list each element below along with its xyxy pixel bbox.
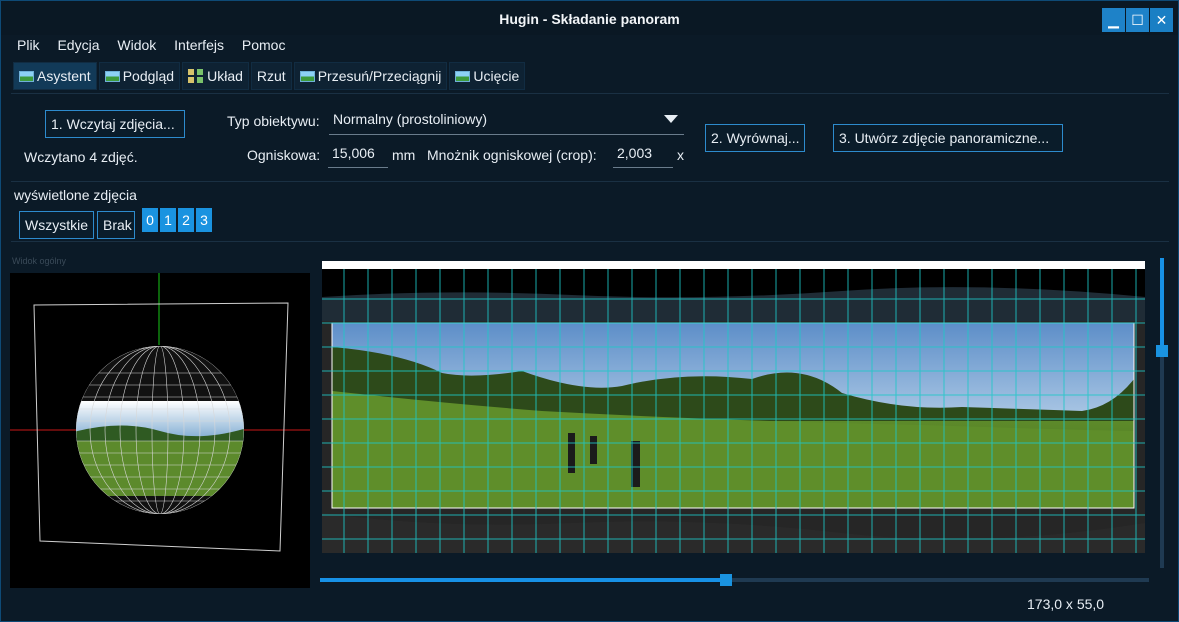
menu-bar: Plik Edycja Widok Interfejs Pomoc — [17, 37, 299, 57]
crop-icon — [455, 70, 471, 82]
tab-bar: Asystent Podgląd Układ Rzut Przesuń/Prze… — [13, 62, 527, 92]
tab-crop-label: Ucięcie — [473, 68, 520, 84]
menu-edycja[interactable]: Edycja — [57, 37, 99, 53]
hfov-slider-fill — [320, 578, 727, 582]
tab-assistant-label: Asystent — [37, 68, 91, 84]
lens-type-label: Typ obiektywu: — [227, 113, 320, 129]
crop-factor-label: Mnożnik ogniskowej (crop): — [427, 147, 597, 163]
tab-preview[interactable]: Podgląd — [98, 62, 181, 90]
divider — [11, 181, 1169, 182]
overview-panel[interactable] — [10, 273, 310, 588]
hugin-window: Hugin - Składanie panoram ▁ ☐ ✕ Plik Edy… — [0, 0, 1179, 622]
maximize-button[interactable]: ☐ — [1126, 8, 1149, 32]
focal-length-input[interactable]: 15,006 — [328, 142, 388, 168]
loaded-status: Wczytano 4 zdjęć. — [24, 149, 138, 165]
window-title: Hugin - Składanie panoram — [499, 11, 680, 27]
tab-layout[interactable]: Układ — [182, 62, 249, 90]
panorama-preview[interactable] — [322, 261, 1145, 553]
divider — [11, 241, 1169, 242]
overview-canvas — [10, 273, 310, 552]
drag-icon — [299, 70, 315, 82]
tab-projection-label: Rzut — [256, 68, 286, 84]
image-toggle-2[interactable]: 2 — [178, 208, 194, 232]
minimize-button[interactable]: ▁ — [1102, 8, 1125, 32]
load-images-button[interactable]: 1. Wczytaj zdjęcia... — [45, 110, 185, 138]
focal-unit: mm — [392, 147, 416, 163]
menu-widok[interactable]: Widok — [117, 37, 156, 53]
show-all-button[interactable]: Wszystkie — [19, 211, 94, 239]
panorama-canvas — [322, 269, 1145, 553]
close-button[interactable]: ✕ — [1150, 8, 1173, 32]
vfov-slider-handle[interactable] — [1156, 345, 1168, 357]
hfov-slider-handle[interactable] — [720, 574, 733, 586]
title-bar: Hugin - Składanie panoram ▁ ☐ ✕ — [1, 1, 1178, 35]
crop-factor-input[interactable]: 2,003 — [613, 142, 673, 168]
image-toggle-0[interactable]: 0 — [142, 208, 158, 232]
fov-readout: 173,0 x 55,0 — [1027, 596, 1105, 612]
chevron-down-icon — [664, 115, 678, 123]
sphere — [76, 346, 244, 514]
menu-interfejs[interactable]: Interfejs — [174, 37, 224, 53]
tab-assistant[interactable]: Asystent — [13, 62, 97, 90]
lens-type-select[interactable]: Normalny (prostoliniowy) — [329, 107, 684, 135]
vfov-slider-fill — [1160, 258, 1164, 351]
tab-crop[interactable]: Ucięcie — [449, 62, 526, 90]
show-none-button[interactable]: Brak — [97, 211, 135, 239]
menu-plik[interactable]: Plik — [17, 37, 40, 53]
crop-unit: x — [677, 147, 684, 163]
divider — [11, 93, 1169, 94]
menu-pomoc[interactable]: Pomoc — [242, 37, 286, 53]
tab-preview-label: Podgląd — [122, 68, 175, 84]
align-button[interactable]: 2. Wyrównaj... — [705, 124, 805, 152]
layout-icon — [188, 69, 205, 83]
preview-icon — [104, 70, 120, 82]
tab-drag[interactable]: Przesuń/Przeciągnij — [293, 62, 448, 90]
shown-images-label: wyświetlone zdjęcia — [14, 187, 137, 203]
tab-layout-label: Układ — [207, 68, 243, 84]
image-toggle-3[interactable]: 3 — [196, 208, 212, 232]
tab-drag-label: Przesuń/Przeciągnij — [317, 68, 442, 84]
tab-projection[interactable]: Rzut — [250, 62, 292, 90]
assistant-icon — [19, 70, 34, 82]
image-toggle-1[interactable]: 1 — [160, 208, 176, 232]
lens-type-value: Normalny (prostoliniowy) — [333, 111, 488, 127]
create-panorama-button[interactable]: 3. Utwórz zdjęcie panoramiczne... — [833, 124, 1063, 152]
focal-length-label: Ogniskowa: — [247, 147, 321, 163]
overview-title: Widok ogólny — [12, 256, 67, 266]
